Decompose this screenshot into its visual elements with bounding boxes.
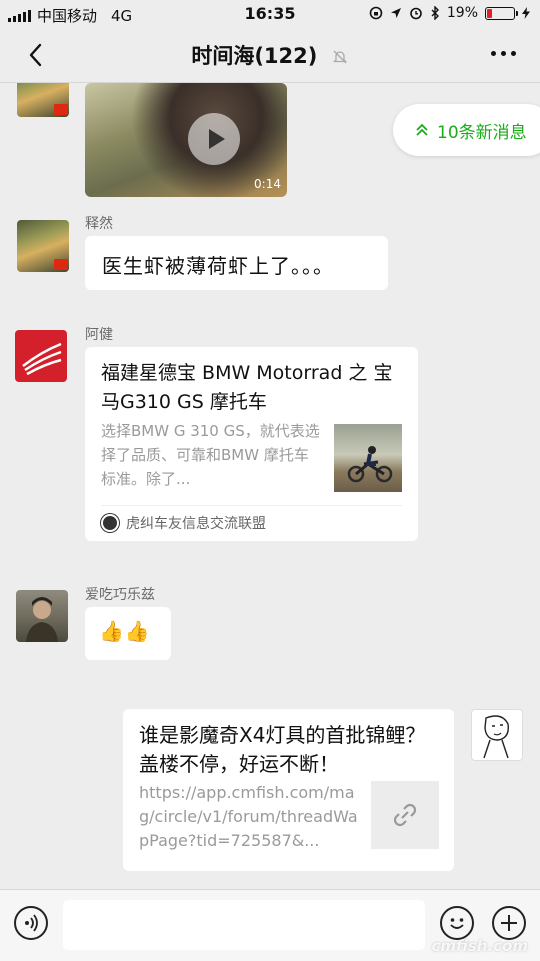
link-title: 福建星德宝 BMW Motorrad 之 宝马G310 GS 摩托车 bbox=[101, 362, 393, 413]
emoji-message[interactable]: 👍👍 bbox=[85, 607, 171, 660]
my-avatar[interactable] bbox=[471, 709, 523, 761]
more-dots-icon[interactable] bbox=[491, 51, 516, 56]
emoji-icon[interactable] bbox=[440, 906, 474, 940]
nav-bar: 时间海(122) bbox=[0, 28, 540, 83]
link-description: 选择BMW G 310 GS，就代表选择了品质、可靠和BMW 摩托车标准。除了.… bbox=[101, 422, 320, 488]
location-icon bbox=[390, 8, 401, 18]
link-card[interactable]: 谁是影魔奇X4灯具的首批锦鲤？盖楼不停，好运不断！ https://app.cm… bbox=[123, 709, 454, 871]
text-message[interactable]: 医生虾被薄荷虾上了。。。 bbox=[85, 236, 388, 290]
avatar[interactable] bbox=[17, 83, 69, 117]
sender-name: 释然 bbox=[85, 216, 113, 232]
new-messages-label: 10条新消息 bbox=[437, 122, 527, 143]
wing-logo-icon bbox=[22, 342, 62, 376]
video-message[interactable]: 0:14 bbox=[85, 83, 287, 197]
link-icon bbox=[393, 803, 417, 827]
link-thumbnail bbox=[334, 424, 402, 492]
person-icon bbox=[26, 597, 58, 642]
source-icon bbox=[101, 514, 119, 532]
voice-icon[interactable] bbox=[14, 906, 48, 940]
status-bar: 中国移动 4G 16:35 19% bbox=[0, 0, 540, 28]
battery-icon bbox=[485, 6, 518, 20]
chat-title-wrap: 时间海(122) bbox=[0, 40, 540, 70]
avatar[interactable] bbox=[16, 590, 68, 642]
doodle-face-icon bbox=[483, 715, 509, 759]
bell-muted-icon bbox=[332, 50, 347, 64]
motorcycle-icon bbox=[347, 446, 393, 483]
chat-area[interactable]: 0:14 10条新消息 释然 医生虾被薄荷虾上了。。。 阿健 福建星德宝 BMW… bbox=[0, 83, 540, 889]
sender-name: 阿健 bbox=[85, 327, 113, 343]
link-description: https://app.cmfish.com/mag/circle/v1/for… bbox=[139, 783, 358, 850]
link-card[interactable]: 福建星德宝 BMW Motorrad 之 宝马G310 GS 摩托车 选择BMW… bbox=[85, 347, 418, 541]
message-input[interactable] bbox=[63, 900, 425, 950]
watermark: cmfish.com bbox=[431, 937, 528, 955]
input-bar: cmfish.com bbox=[0, 889, 540, 961]
plus-icon[interactable] bbox=[492, 906, 526, 940]
link-title: 谁是影魔奇X4灯具的首批锦鲤？盖楼不停，好运不断！ bbox=[139, 723, 426, 776]
avatar[interactable] bbox=[17, 220, 69, 272]
charging-icon bbox=[522, 7, 530, 19]
chat-title: 时间海(122) bbox=[191, 44, 318, 68]
bluetooth-icon bbox=[431, 6, 439, 20]
status-right: 19% bbox=[369, 5, 530, 21]
alarm-icon bbox=[410, 7, 422, 20]
play-icon[interactable] bbox=[188, 113, 240, 165]
sender-name: 爱吃巧乐兹 bbox=[85, 587, 155, 603]
avatar[interactable] bbox=[15, 330, 67, 382]
link-thumbnail bbox=[371, 781, 439, 849]
battery-percent: 19% bbox=[446, 5, 478, 21]
divider bbox=[101, 505, 402, 506]
double-chevron-up-icon bbox=[416, 123, 428, 136]
video-duration: 0:14 bbox=[254, 177, 281, 191]
link-source: 虎纠车友信息交流联盟 bbox=[101, 513, 266, 533]
link-source-label: 虎纠车友信息交流联盟 bbox=[126, 516, 266, 532]
new-messages-button[interactable]: 10条新消息 bbox=[393, 104, 540, 156]
rotation-lock-icon bbox=[369, 6, 383, 20]
